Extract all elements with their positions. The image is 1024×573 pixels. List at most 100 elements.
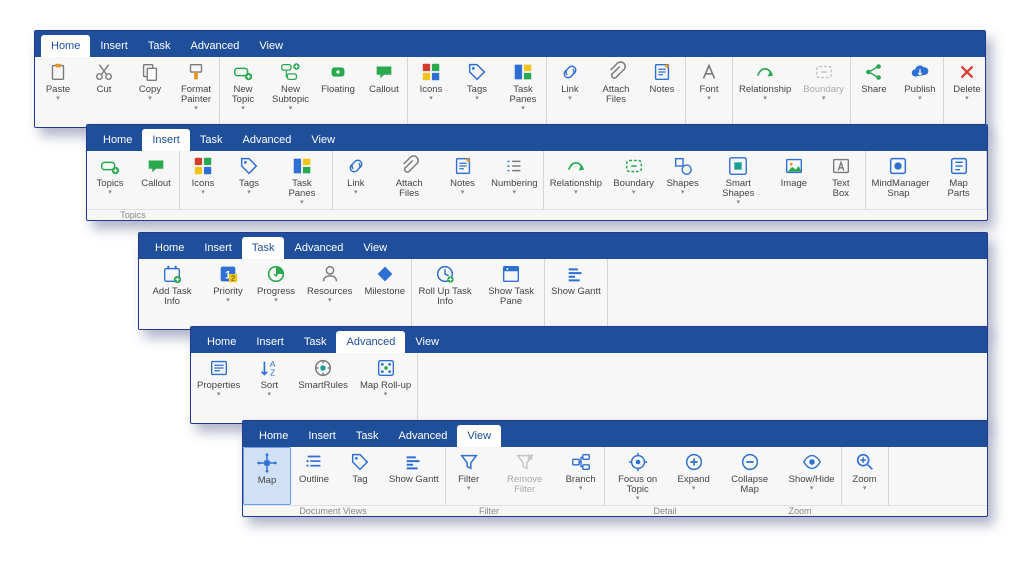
publish-button[interactable]: Publish▾	[897, 57, 943, 127]
mindmanager-snap-button[interactable]: MindManager Snap	[866, 151, 931, 209]
floating-button[interactable]: Floating	[315, 57, 361, 127]
tab-home[interactable]: Home	[93, 129, 142, 151]
show-hide-button[interactable]: Show/Hide▾	[783, 447, 841, 505]
attach-files-button[interactable]: Attach Files	[593, 57, 639, 127]
tab-advanced[interactable]: Advanced	[180, 35, 249, 57]
icons-button[interactable]: Icons▾	[408, 57, 454, 127]
notes-button[interactable]: Notes▾	[440, 151, 486, 209]
fpaint-icon	[185, 61, 207, 83]
cut-button[interactable]: Cut	[81, 57, 127, 127]
dropdown-indicator-icon: ▾	[521, 107, 525, 111]
tag-view-button[interactable]: Tag	[337, 447, 383, 505]
link-button[interactable]: Link▾	[547, 57, 593, 127]
smart-shapes-button[interactable]: Smart Shapes▾	[706, 151, 771, 209]
tab-insert[interactable]: Insert	[194, 237, 242, 259]
boundary-button[interactable]: Boundary▾	[608, 151, 660, 209]
iconsq-icon	[420, 61, 442, 83]
copy-button[interactable]: Copy▾	[127, 57, 173, 127]
zoom-button[interactable]: Zoom▾	[842, 447, 888, 505]
progress-button[interactable]: Progress▾	[251, 259, 301, 329]
map-view-button[interactable]: Map	[243, 447, 291, 505]
shapes-icon	[672, 155, 694, 177]
tab-view[interactable]: View	[457, 425, 501, 447]
tags-button[interactable]: Tags▾	[454, 57, 500, 127]
command-row: Topics▾CalloutIcons▾Tags▾Task Panes▾Link…	[87, 151, 987, 209]
dropdown-indicator-icon: ▾	[763, 97, 767, 101]
show-task-pane-button[interactable]: Show Task Pane	[478, 259, 544, 329]
tab-task[interactable]: Task	[346, 425, 389, 447]
tab-view[interactable]: View	[301, 129, 345, 151]
relationship-button[interactable]: Relationship▾	[544, 151, 608, 209]
properties-button[interactable]: Properties▾	[191, 353, 246, 423]
add-task-info-button[interactable]: Add Task Info	[139, 259, 205, 329]
branch-button[interactable]: Branch▾	[558, 447, 604, 505]
notes-icon	[651, 61, 673, 83]
tab-home[interactable]: Home	[145, 237, 194, 259]
resources-button[interactable]: Resources▾	[301, 259, 358, 329]
show-gantt-button[interactable]: Show Gantt	[383, 447, 445, 505]
tab-advanced[interactable]: Advanced	[388, 425, 457, 447]
tab-view[interactable]: View	[249, 35, 293, 57]
priority-button[interactable]: 12Priority▾	[205, 259, 251, 329]
map-roll-up-button[interactable]: Map Roll-up▾	[354, 353, 417, 423]
show-gantt-button[interactable]: Show Gantt	[545, 259, 607, 329]
srules-icon	[312, 357, 334, 379]
paste-button[interactable]: Paste▾	[35, 57, 81, 127]
tab-home[interactable]: Home	[41, 35, 90, 57]
gantt-icon	[565, 263, 587, 285]
map-parts-button[interactable]: Map Parts	[931, 151, 986, 209]
tab-home[interactable]: Home	[197, 331, 246, 353]
smartrules-button[interactable]: SmartRules	[292, 353, 354, 423]
sort-button[interactable]: AZSort▾	[246, 353, 292, 423]
tab-task[interactable]: Task	[242, 237, 285, 259]
tags-button[interactable]: Tags▾	[226, 151, 272, 209]
relationship-button[interactable]: Relationship▾	[733, 57, 797, 127]
tab-insert[interactable]: Insert	[142, 129, 190, 151]
tab-task[interactable]: Task	[190, 129, 233, 151]
button-label: Format Painter	[179, 85, 213, 105]
focus-on-topic-button[interactable]: Focus on Topic▾	[605, 447, 671, 505]
icons-button[interactable]: Icons▾	[180, 151, 226, 209]
roll-up-task-info-button[interactable]: Roll Up Task Info	[412, 259, 478, 329]
share-button[interactable]: Share	[851, 57, 897, 127]
task-panes-button[interactable]: Task Panes▾	[272, 151, 332, 209]
dropdown-indicator-icon: ▾	[201, 191, 205, 195]
new-subtopic-button[interactable]: New Subtopic▾	[266, 57, 315, 127]
tab-advanced[interactable]: Advanced	[336, 331, 405, 353]
button-label: Image	[781, 179, 807, 189]
tab-view[interactable]: View	[353, 237, 397, 259]
image-button[interactable]: Image	[771, 151, 817, 209]
link-button[interactable]: Link▾	[333, 151, 379, 209]
tag-icon	[238, 155, 260, 177]
callout-button[interactable]: Callout	[361, 57, 407, 127]
tab-insert[interactable]: Insert	[298, 425, 346, 447]
task-panes-button[interactable]: Task Panes▾	[500, 57, 546, 127]
button-label: Show Gantt	[551, 287, 601, 297]
tab-task[interactable]: Task	[294, 331, 337, 353]
attach-files-button[interactable]: Attach Files	[379, 151, 440, 209]
dropdown-indicator-icon: ▾	[568, 97, 572, 101]
expand-button[interactable]: Expand▾	[671, 447, 717, 505]
format-painter-button[interactable]: Format Painter▾	[173, 57, 219, 127]
callout-button[interactable]: Callout	[133, 151, 179, 209]
numbering-button[interactable]: Numbering▾	[486, 151, 544, 209]
tab-home[interactable]: Home	[249, 425, 298, 447]
tab-advanced[interactable]: Advanced	[232, 129, 301, 151]
tab-task[interactable]: Task	[138, 35, 181, 57]
tab-insert[interactable]: Insert	[90, 35, 138, 57]
tab-view[interactable]: View	[405, 331, 449, 353]
new-topic-button[interactable]: New Topic▾	[220, 57, 266, 127]
milestone-button[interactable]: Milestone	[358, 259, 411, 329]
font-button[interactable]: Font▾	[686, 57, 732, 127]
filter-button[interactable]: Filter▾	[446, 447, 492, 505]
notes-button[interactable]: Notes	[639, 57, 685, 127]
group: Roll Up Task InfoShow Task Pane	[412, 259, 545, 329]
tab-insert[interactable]: Insert	[246, 331, 294, 353]
collapse-map-button[interactable]: Collapse Map	[717, 447, 783, 505]
outline-view-button[interactable]: Outline	[291, 447, 337, 505]
text-box-button[interactable]: Text Box	[817, 151, 865, 209]
tab-advanced[interactable]: Advanced	[284, 237, 353, 259]
delete-button[interactable]: Delete▾	[944, 57, 986, 127]
shapes-button[interactable]: Shapes▾	[660, 151, 706, 209]
topics-button[interactable]: Topics▾	[87, 151, 133, 209]
